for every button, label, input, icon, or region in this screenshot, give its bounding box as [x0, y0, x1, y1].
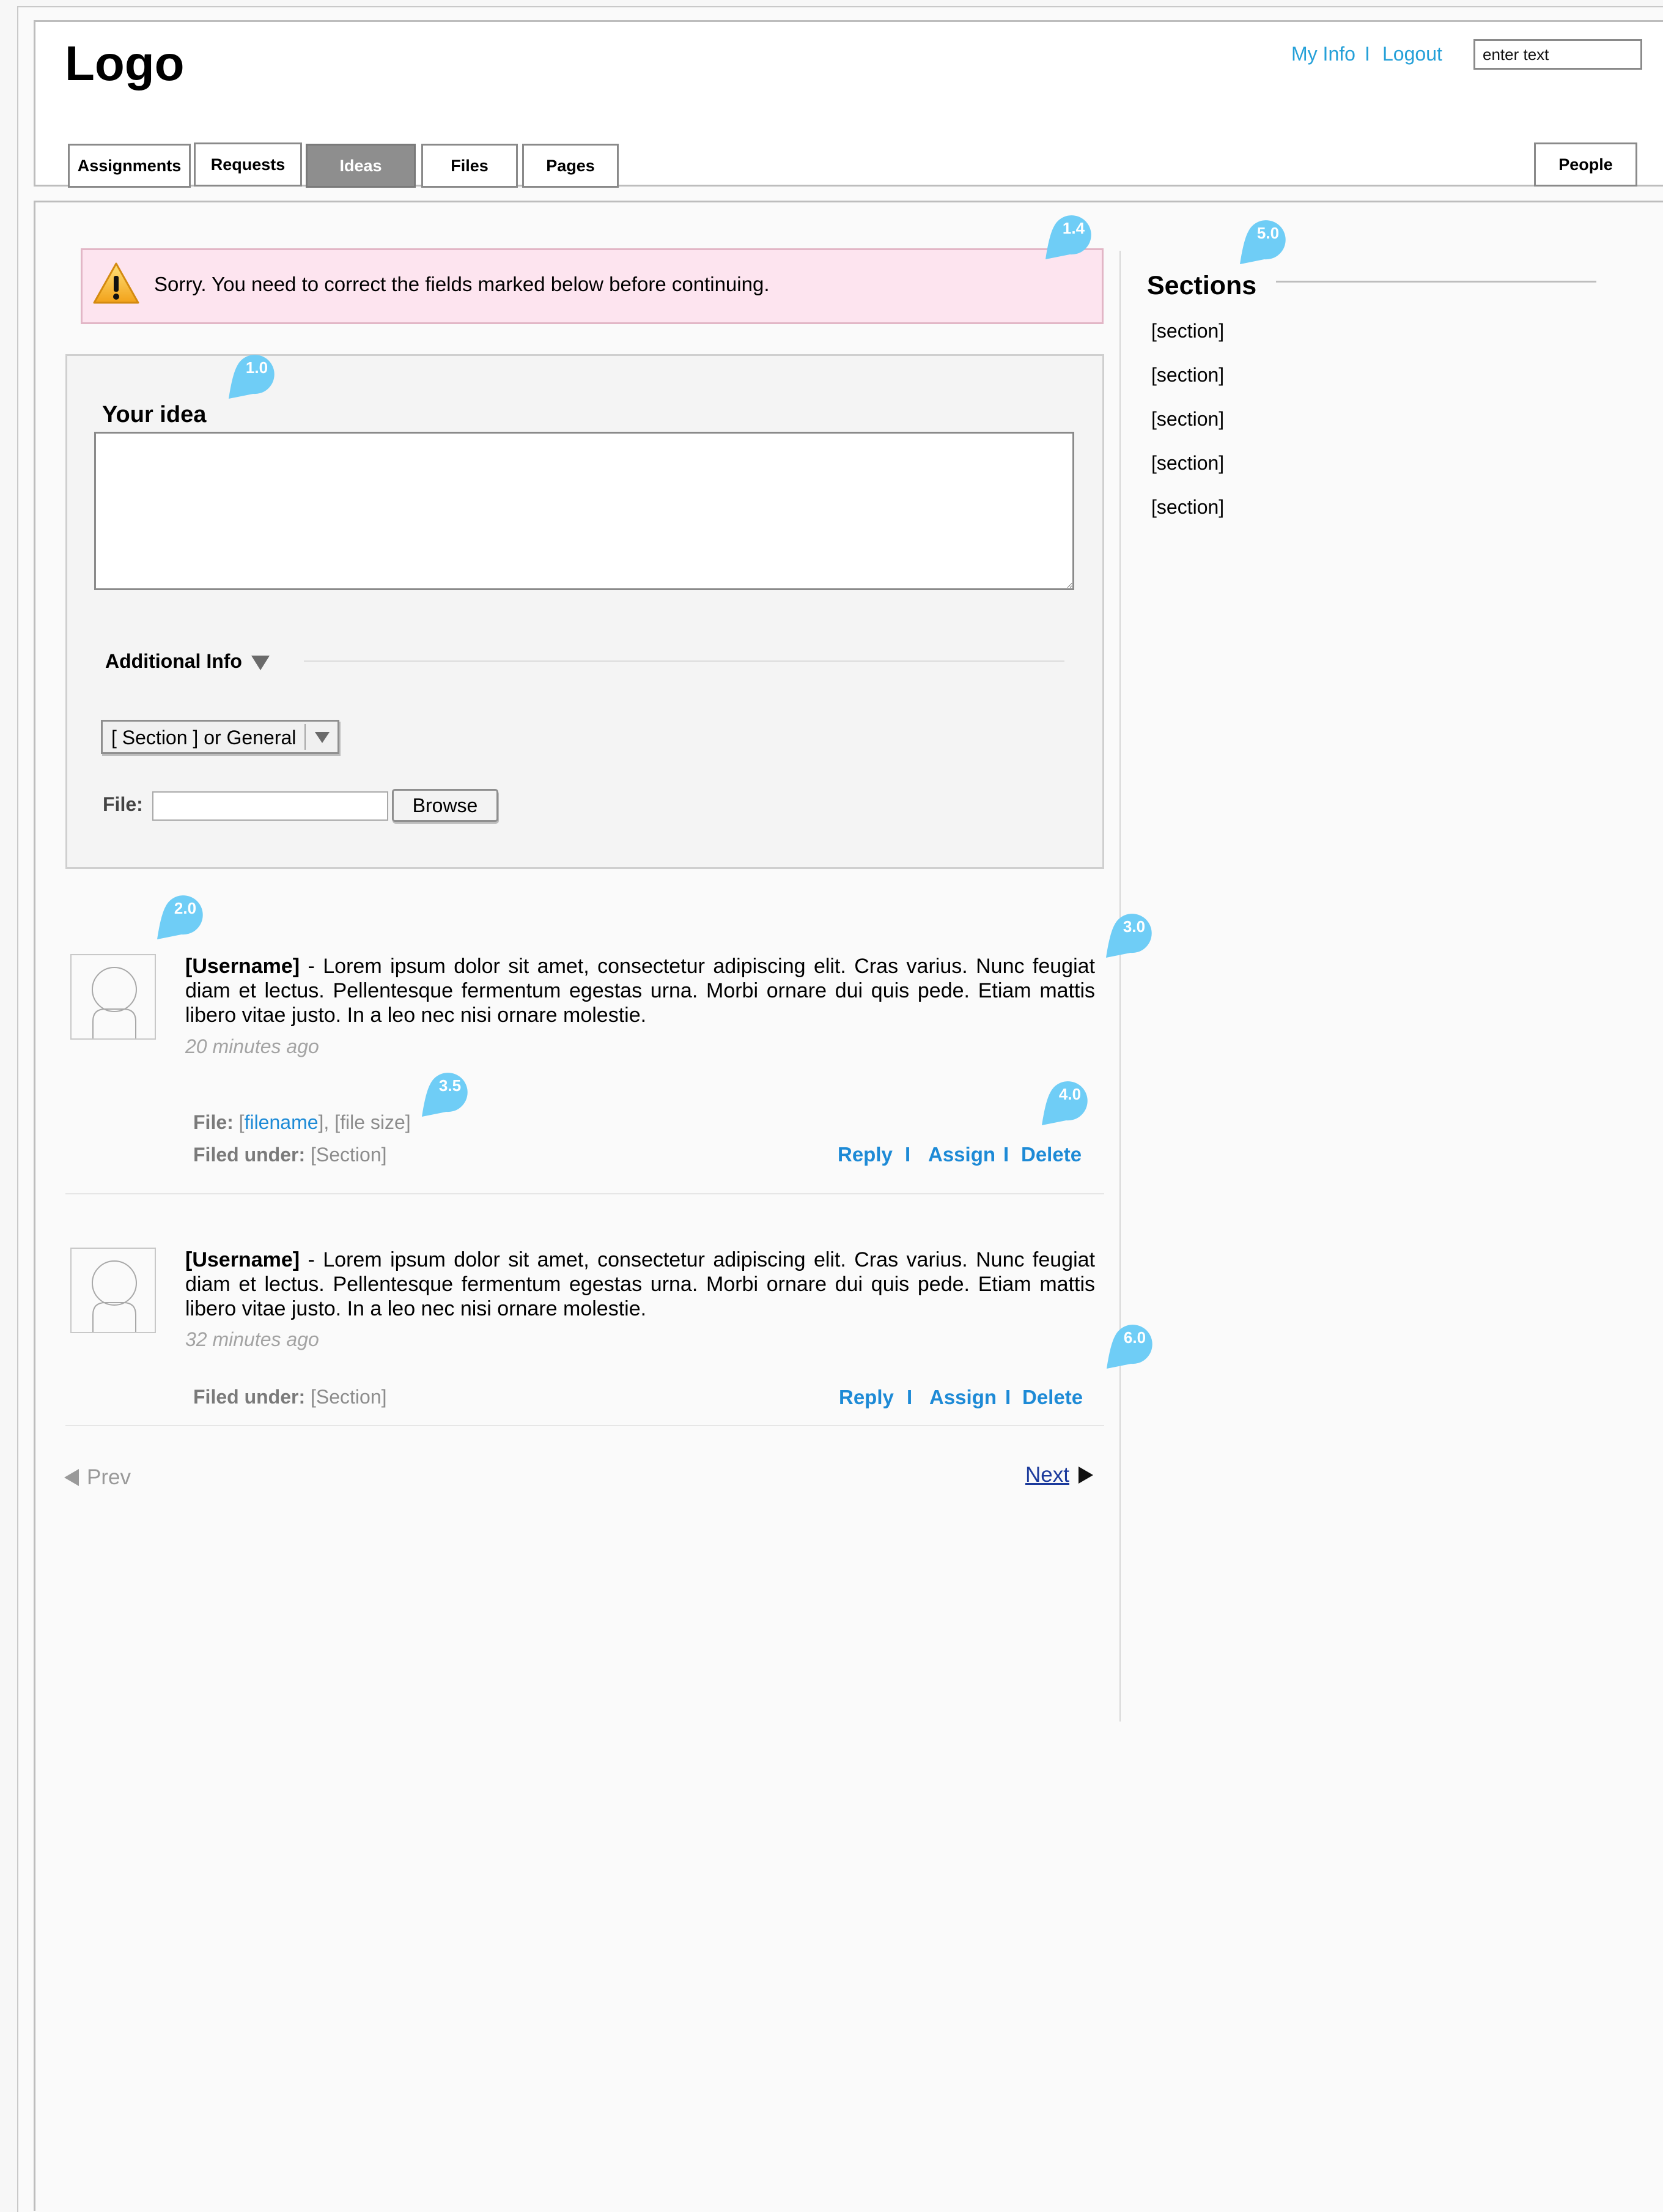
section-select[interactable]: [ Section ] or General [101, 720, 339, 754]
post-timestamp: 32 minutes ago [185, 1328, 319, 1350]
sidebar-section-item[interactable]: [section] [1151, 320, 1224, 342]
delete-button[interactable]: Delete [1021, 1143, 1082, 1166]
logo: Logo [65, 36, 185, 91]
triangle-down-icon[interactable] [251, 655, 270, 671]
tab-ideas[interactable]: Ideas [306, 144, 416, 188]
my-info-link[interactable]: My Info [1291, 43, 1355, 65]
annotation-label: 5.0 [1257, 224, 1279, 242]
post-divider [65, 1193, 1104, 1194]
file-path-input[interactable] [152, 791, 388, 821]
prev-label: Prev [87, 1465, 131, 1489]
filed-under-value: [Section] [311, 1144, 387, 1166]
select-divider [304, 724, 306, 750]
filename-link[interactable]: filename [245, 1111, 319, 1133]
idea-heading: Your idea [102, 402, 207, 427]
reply-button[interactable]: Reply [838, 1143, 893, 1166]
user-placeholder-icon [92, 967, 137, 1038]
triangle-left-icon [64, 1469, 79, 1486]
annotation-pin: 2.0 [157, 895, 203, 939]
post-body: [Username] - Lorem ipsum dolor sit amet,… [185, 1248, 1095, 1321]
filed-under-label: Filed under: [193, 1144, 306, 1166]
tab-pages[interactable]: Pages [522, 144, 619, 188]
post-timestamp: 20 minutes ago [185, 1035, 319, 1057]
browse-button[interactable]: Browse [392, 789, 498, 822]
annotation-label: 1.0 [246, 358, 268, 377]
file-bracket: [ [238, 1111, 245, 1133]
annotation-label: 3.0 [1123, 917, 1145, 936]
sidebar-section-item[interactable]: [section] [1151, 408, 1224, 431]
file-label: File: [103, 793, 143, 815]
annotation-pin: 1.0 [229, 355, 275, 399]
column-divider [1119, 251, 1121, 1722]
post-filed-under: Filed under: [Section] [193, 1386, 387, 1408]
avatar [70, 1248, 156, 1333]
annotation-label: 3.5 [439, 1076, 461, 1095]
action-separator: I [907, 1386, 913, 1408]
sidebar-section-item[interactable]: [section] [1151, 452, 1224, 475]
annotation-pin: 6.0 [1107, 1325, 1152, 1369]
sidebar-section-item[interactable]: [section] [1151, 364, 1224, 387]
annotation-pin: 5.0 [1240, 220, 1286, 264]
idea-textarea[interactable] [94, 432, 1074, 590]
logout-link[interactable]: Logout [1382, 43, 1442, 65]
action-separator: I [1003, 1143, 1009, 1166]
post-divider [65, 1425, 1104, 1426]
post-username[interactable]: [Username] [185, 1248, 300, 1271]
annotation-label: 2.0 [174, 899, 196, 917]
chevron-down-icon [315, 732, 330, 743]
warning-icon [93, 262, 139, 304]
post-username[interactable]: [Username] [185, 955, 300, 978]
user-placeholder-icon [92, 1260, 137, 1332]
action-separator: I [1005, 1386, 1011, 1408]
annotation-label: 4.0 [1059, 1085, 1081, 1103]
annotation-pin: 1.4 [1045, 215, 1091, 259]
post-text: - Lorem ipsum dolor sit amet, consectetu… [185, 1248, 1095, 1320]
link-separator: I [1365, 43, 1370, 65]
sections-rule [1276, 281, 1596, 283]
additional-info-rule [304, 660, 1064, 662]
annotation-pin: 4.0 [1042, 1081, 1088, 1125]
tab-assignments[interactable]: Assignments [68, 144, 191, 188]
assign-button[interactable]: Assign [929, 1386, 997, 1409]
action-separator: I [905, 1143, 911, 1166]
prev-page-link[interactable]: Prev [64, 1465, 131, 1490]
reply-button[interactable]: Reply [839, 1386, 894, 1409]
post-file-info: File: [filename], [file size] [193, 1111, 411, 1134]
additional-info-toggle[interactable]: Additional Info [105, 650, 242, 673]
annotation-pin: 3.0 [1106, 914, 1152, 958]
annotation-pin: 3.5 [422, 1073, 468, 1117]
post-filed-under: Filed under: [Section] [193, 1144, 387, 1166]
search-input[interactable] [1473, 39, 1642, 70]
next-page-link[interactable]: Next [1025, 1463, 1094, 1487]
annotation-label: 1.4 [1063, 219, 1085, 237]
filed-under-label: Filed under: [193, 1386, 306, 1408]
alert-message: Sorry. You need to correct the fields ma… [154, 273, 770, 295]
filed-under-value: [Section] [311, 1386, 387, 1408]
tab-people[interactable]: People [1534, 142, 1637, 187]
annotation-label: 6.0 [1124, 1328, 1146, 1347]
tab-files[interactable]: Files [421, 144, 518, 188]
sections-heading: Sections [1147, 271, 1257, 300]
post-text: - Lorem ipsum dolor sit amet, consectetu… [185, 955, 1095, 1027]
assign-button[interactable]: Assign [928, 1143, 995, 1166]
file-info-label: File: [193, 1111, 234, 1133]
sidebar-section-item[interactable]: [section] [1151, 496, 1224, 519]
next-label[interactable]: Next [1025, 1463, 1069, 1487]
tab-requests[interactable]: Requests [194, 142, 302, 187]
triangle-right-icon [1078, 1467, 1093, 1484]
avatar [70, 954, 156, 1040]
section-select-value: [ Section ] or General [111, 727, 297, 749]
delete-button[interactable]: Delete [1022, 1386, 1083, 1409]
file-size: ], [file size] [318, 1111, 411, 1133]
post-body: [Username] - Lorem ipsum dolor sit amet,… [185, 954, 1095, 1027]
